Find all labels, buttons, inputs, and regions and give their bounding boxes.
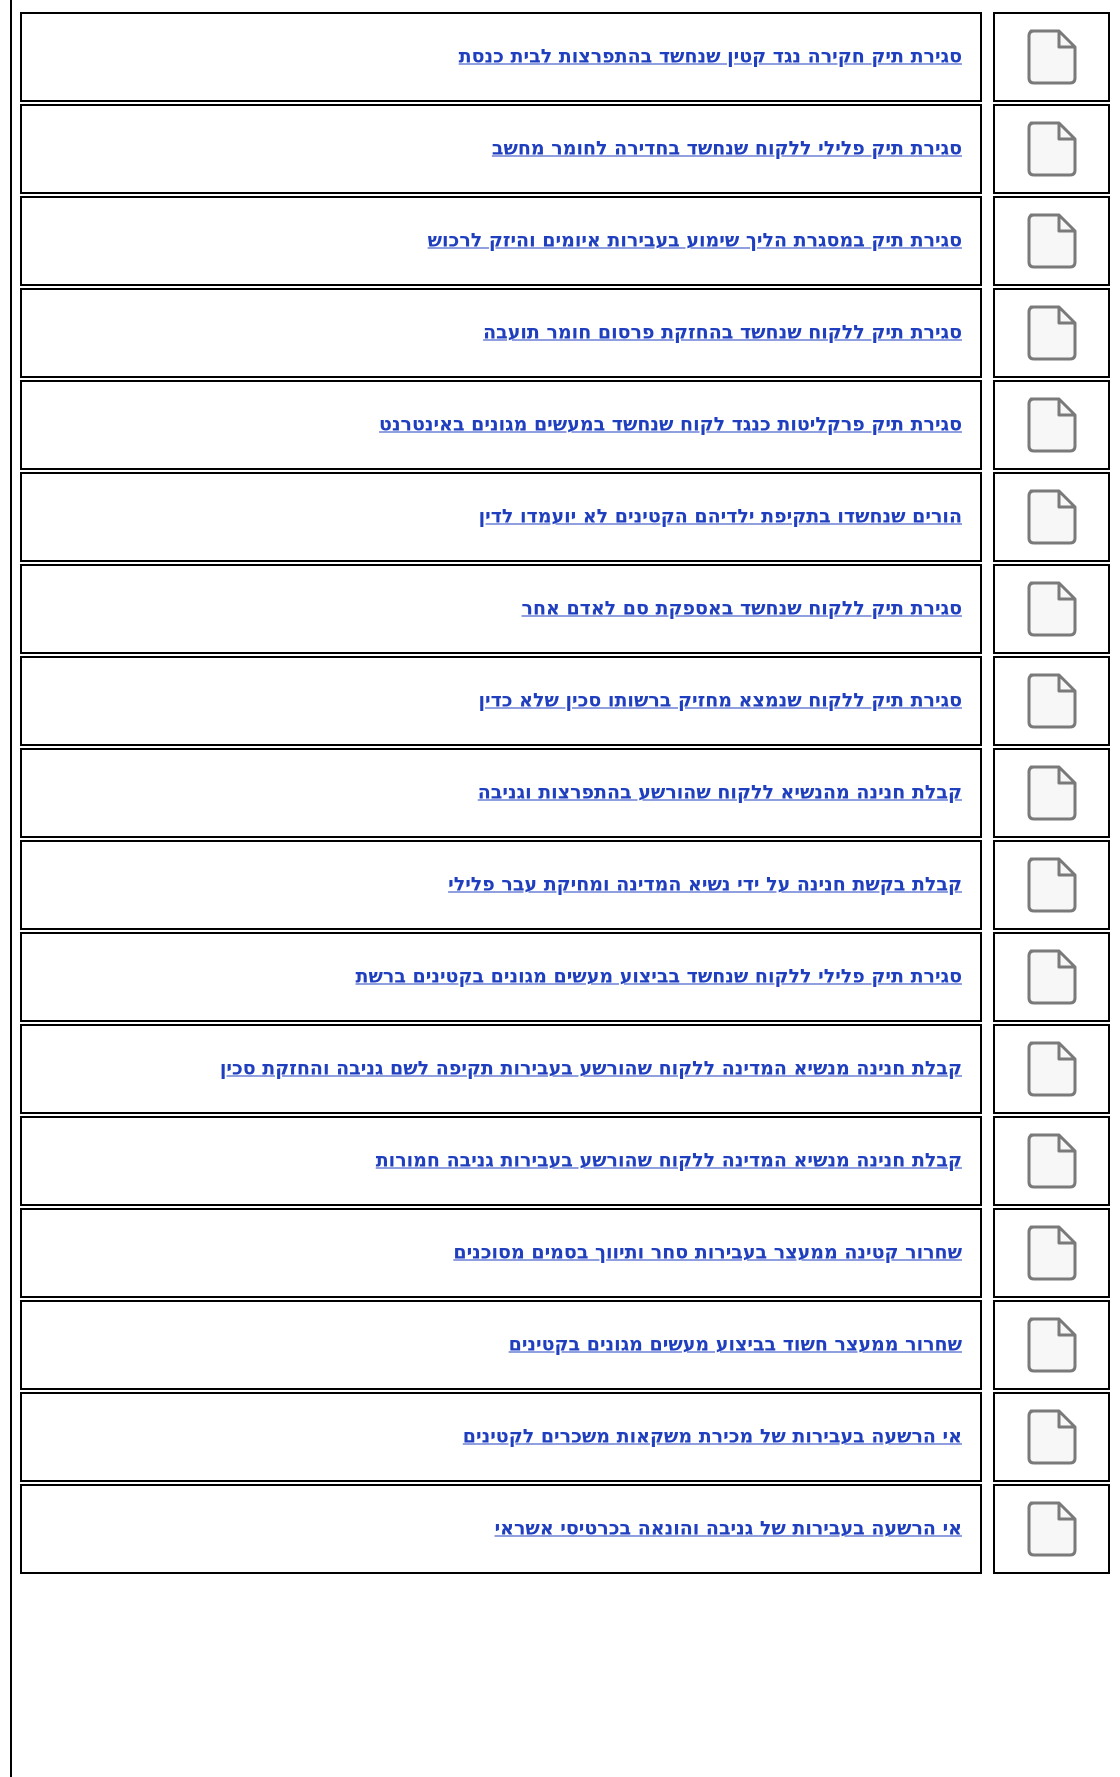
- list-item: סגירת תיק פרקליטות כנגד לקוח שנחשד במעשי…: [20, 380, 1110, 470]
- list-item: סגירת תיק ללקוח שנמצא מחזיק ברשותו סכין …: [20, 656, 1110, 746]
- icon-cell[interactable]: [993, 932, 1110, 1022]
- list-item: הורים שנחשדו בתקיפת ילדיהם הקטינים לא יו…: [20, 472, 1110, 562]
- list-item: סגירת תיק פלילי ללקוח שנחשד בביצוע מעשים…: [20, 932, 1110, 1022]
- article-link[interactable]: סגירת תיק במסגרת הליך שימוע בעבירות איומ…: [34, 228, 962, 255]
- document-icon: [1027, 1225, 1076, 1281]
- document-icon: [1027, 857, 1076, 913]
- list-item: קבלת חנינה מנשיא המדינה ללקוח שהורשע בעב…: [20, 1116, 1110, 1206]
- left-border-line: [10, 0, 12, 1777]
- article-link[interactable]: קבלת בקשת חנינה על ידי נשיא המדינה ומחיק…: [34, 872, 962, 899]
- title-cell: הורים שנחשדו בתקיפת ילדיהם הקטינים לא יו…: [20, 472, 982, 562]
- icon-cell[interactable]: [993, 564, 1110, 654]
- title-cell: שחרור ממעצר חשוד בביצוע מעשים מגונים בקט…: [20, 1300, 982, 1390]
- list-item: סגירת תיק ללקוח שנחשד בהחזקת פרסום חומר …: [20, 288, 1110, 378]
- article-link[interactable]: קבלת חנינה מהנשיא ללקוח שהורשע בהתפרצות …: [34, 780, 962, 807]
- title-cell: קבלת חנינה מהנשיא ללקוח שהורשע בהתפרצות …: [20, 748, 982, 838]
- article-link[interactable]: סגירת תיק פלילי ללקוח שנחשד בחדירה לחומר…: [34, 136, 962, 163]
- document-icon: [1027, 29, 1076, 85]
- icon-cell[interactable]: [993, 1208, 1110, 1298]
- document-icon: [1027, 1409, 1076, 1465]
- title-cell: אי הרשעה בעבירות של גניבה והונאה בכרטיסי…: [20, 1484, 982, 1574]
- article-link[interactable]: סגירת תיק ללקוח שנחשד בהחזקת פרסום חומר …: [34, 320, 962, 347]
- list-item: סגירת תיק במסגרת הליך שימוע בעבירות איומ…: [20, 196, 1110, 286]
- icon-cell[interactable]: [993, 1484, 1110, 1574]
- title-cell: סגירת תיק פרקליטות כנגד לקוח שנחשד במעשי…: [20, 380, 982, 470]
- document-icon: [1027, 1501, 1076, 1557]
- document-icon: [1027, 213, 1076, 269]
- article-link[interactable]: קבלת חנינה מנשיא המדינה ללקוח שהורשע בעב…: [34, 1148, 962, 1175]
- title-cell: סגירת תיק ללקוח שנחשד באספקת סם לאדם אחר: [20, 564, 982, 654]
- article-link[interactable]: שחרור קטינה ממעצר בעבירות סחר ותיווך בסמ…: [34, 1240, 962, 1267]
- icon-cell[interactable]: [993, 196, 1110, 286]
- icon-cell[interactable]: [993, 1392, 1110, 1482]
- article-link[interactable]: שחרור ממעצר חשוד בביצוע מעשים מגונים בקט…: [34, 1332, 962, 1359]
- list-item: שחרור קטינה ממעצר בעבירות סחר ותיווך בסמ…: [20, 1208, 1110, 1298]
- article-link[interactable]: סגירת תיק ללקוח שנמצא מחזיק ברשותו סכין …: [34, 688, 962, 715]
- article-link[interactable]: סגירת תיק ללקוח שנחשד באספקת סם לאדם אחר: [34, 596, 962, 623]
- title-cell: קבלת חנינה מנשיא המדינה ללקוח שהורשע בעב…: [20, 1024, 982, 1114]
- document-icon: [1027, 673, 1076, 729]
- title-cell: סגירת תיק ללקוח שנחשד בהחזקת פרסום חומר …: [20, 288, 982, 378]
- title-cell: סגירת תיק במסגרת הליך שימוע בעבירות איומ…: [20, 196, 982, 286]
- document-icon: [1027, 581, 1076, 637]
- icon-cell[interactable]: [993, 104, 1110, 194]
- document-icon: [1027, 1041, 1076, 1097]
- title-cell: קבלת בקשת חנינה על ידי נשיא המדינה ומחיק…: [20, 840, 982, 930]
- article-list: סגירת תיק חקירה נגד קטין שנחשד בהתפרצות …: [20, 0, 1110, 1777]
- title-cell: אי הרשעה בעבירות של מכירת משקאות משכרים …: [20, 1392, 982, 1482]
- document-icon: [1027, 305, 1076, 361]
- title-cell: שחרור קטינה ממעצר בעבירות סחר ותיווך בסמ…: [20, 1208, 982, 1298]
- article-link[interactable]: סגירת תיק חקירה נגד קטין שנחשד בהתפרצות …: [34, 44, 962, 71]
- document-icon: [1027, 765, 1076, 821]
- icon-cell[interactable]: [993, 380, 1110, 470]
- article-link[interactable]: קבלת חנינה מנשיא המדינה ללקוח שהורשע בעב…: [34, 1056, 962, 1083]
- icon-cell[interactable]: [993, 840, 1110, 930]
- icon-cell[interactable]: [993, 1116, 1110, 1206]
- article-link[interactable]: אי הרשעה בעבירות של גניבה והונאה בכרטיסי…: [34, 1516, 962, 1543]
- list-item: שחרור ממעצר חשוד בביצוע מעשים מגונים בקט…: [20, 1300, 1110, 1390]
- list-item: סגירת תיק ללקוח שנחשד באספקת סם לאדם אחר: [20, 564, 1110, 654]
- list-item: קבלת חנינה מנשיא המדינה ללקוח שהורשע בעב…: [20, 1024, 1110, 1114]
- document-icon: [1027, 121, 1076, 177]
- document-icon: [1027, 397, 1076, 453]
- article-link[interactable]: הורים שנחשדו בתקיפת ילדיהם הקטינים לא יו…: [34, 504, 962, 531]
- document-icon: [1027, 949, 1076, 1005]
- list-item: קבלת חנינה מהנשיא ללקוח שהורשע בהתפרצות …: [20, 748, 1110, 838]
- list-item: אי הרשעה בעבירות של גניבה והונאה בכרטיסי…: [20, 1484, 1110, 1574]
- icon-cell[interactable]: [993, 656, 1110, 746]
- document-icon: [1027, 489, 1076, 545]
- icon-cell[interactable]: [993, 1300, 1110, 1390]
- article-link[interactable]: סגירת תיק פלילי ללקוח שנחשד בביצוע מעשים…: [34, 964, 963, 991]
- title-cell: סגירת תיק ללקוח שנמצא מחזיק ברשותו סכין …: [20, 656, 982, 746]
- icon-cell[interactable]: [993, 472, 1110, 562]
- icon-cell[interactable]: [993, 12, 1110, 102]
- list-item: סגירת תיק חקירה נגד קטין שנחשד בהתפרצות …: [20, 12, 1110, 102]
- title-cell: סגירת תיק פלילי ללקוח שנחשד בביצוע מעשים…: [20, 932, 982, 1022]
- document-icon: [1027, 1133, 1076, 1189]
- list-item: אי הרשעה בעבירות של מכירת משקאות משכרים …: [20, 1392, 1110, 1482]
- title-cell: סגירת תיק חקירה נגד קטין שנחשד בהתפרצות …: [20, 12, 982, 102]
- list-item: קבלת בקשת חנינה על ידי נשיא המדינה ומחיק…: [20, 840, 1110, 930]
- article-link[interactable]: אי הרשעה בעבירות של מכירת משקאות משכרים …: [34, 1424, 962, 1451]
- icon-cell[interactable]: [993, 748, 1110, 838]
- list-item: סגירת תיק פלילי ללקוח שנחשד בחדירה לחומר…: [20, 104, 1110, 194]
- icon-cell[interactable]: [993, 288, 1110, 378]
- document-icon: [1027, 1317, 1076, 1373]
- title-cell: סגירת תיק פלילי ללקוח שנחשד בחדירה לחומר…: [20, 104, 982, 194]
- article-link[interactable]: סגירת תיק פרקליטות כנגד לקוח שנחשד במעשי…: [34, 412, 962, 439]
- icon-cell[interactable]: [993, 1024, 1110, 1114]
- title-cell: קבלת חנינה מנשיא המדינה ללקוח שהורשע בעב…: [20, 1116, 982, 1206]
